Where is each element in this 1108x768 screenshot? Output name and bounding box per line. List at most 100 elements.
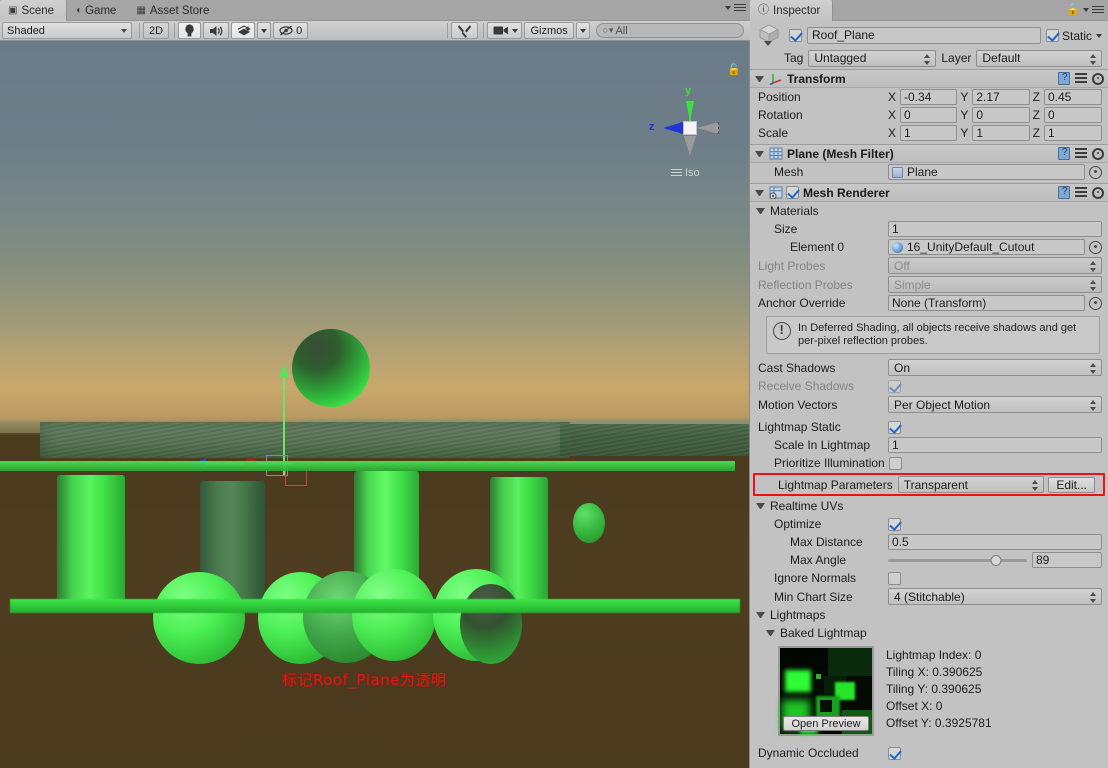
position-z-input[interactable]: 0.45 xyxy=(1044,89,1102,105)
materials-foldout[interactable]: Materials xyxy=(750,202,1108,220)
component-header-transform[interactable]: Transform xyxy=(750,69,1108,88)
lightmap-static-checkbox[interactable] xyxy=(888,420,901,434)
roof-plane-slab[interactable] xyxy=(40,422,570,458)
materials-size-input[interactable]: 1 xyxy=(888,221,1102,237)
mesh-picker-button[interactable] xyxy=(1089,165,1102,179)
scale-in-lightmap-input[interactable]: 1 xyxy=(888,437,1102,453)
scene-lock-icon[interactable]: 🔓 xyxy=(727,63,741,76)
lightmaps-foldout[interactable]: Lightmaps xyxy=(750,606,1108,624)
rotation-y-input[interactable]: 0 xyxy=(972,107,1030,123)
prioritize-illumination-checkbox[interactable] xyxy=(888,456,902,470)
dynamic-occluded-checkbox[interactable] xyxy=(888,746,901,760)
static-checkbox[interactable] xyxy=(1045,29,1059,42)
tab-asset-store-label: Asset Store xyxy=(149,4,210,17)
layer-dropdown[interactable]: Default xyxy=(976,49,1102,67)
baked-lightmap-foldout[interactable]: Baked Lightmap xyxy=(750,624,1108,642)
scale-y-input[interactable]: 1 xyxy=(972,125,1030,141)
help-icon[interactable] xyxy=(1058,72,1070,85)
chevron-down-icon xyxy=(261,28,268,33)
foldout-icon[interactable] xyxy=(755,75,764,82)
gameobject-enabled-checkbox[interactable] xyxy=(789,29,802,42)
foldout-icon[interactable] xyxy=(755,150,764,157)
help-icon[interactable] xyxy=(1058,186,1070,199)
scene-tab-options[interactable] xyxy=(725,3,746,12)
optimize-checkbox[interactable] xyxy=(888,517,901,531)
lightmap-parameters-dropdown[interactable]: Transparent xyxy=(897,476,1045,493)
gizmos-dropdown[interactable] xyxy=(575,22,590,39)
scene-camera-button[interactable] xyxy=(487,22,523,39)
gear-icon[interactable] xyxy=(1092,72,1104,85)
scene-viewport[interactable]: y z Iso 🔓 标记Roof_Plane为透明 xyxy=(0,41,750,768)
position-x-input[interactable]: -0.34 xyxy=(900,89,958,105)
material-picker-button[interactable] xyxy=(1089,240,1102,254)
anchor-picker-button[interactable] xyxy=(1089,296,1102,310)
scene-fx-toggle[interactable] xyxy=(231,22,256,39)
tab-scene[interactable]: ▣ Scene xyxy=(0,0,68,21)
cube-icon[interactable] xyxy=(756,23,784,49)
scene-fx-dropdown[interactable] xyxy=(257,22,272,39)
lightmap-preview-image[interactable]: Open Preview xyxy=(778,646,874,736)
slider-knob[interactable] xyxy=(990,554,1002,566)
static-toggle-group[interactable]: Static xyxy=(1045,29,1102,43)
max-angle-input[interactable]: 89 xyxy=(1032,552,1102,568)
preset-icon[interactable] xyxy=(1075,187,1087,198)
projection-toggle[interactable]: Iso xyxy=(671,167,700,179)
help-icon[interactable] xyxy=(1058,147,1070,160)
foldout-icon[interactable] xyxy=(756,612,765,618)
gear-icon[interactable] xyxy=(1092,186,1104,199)
max-angle-slider[interactable]: 89 xyxy=(888,552,1102,568)
scale-z-input[interactable]: 1 xyxy=(1044,125,1102,141)
position-y-input[interactable]: 2.17 xyxy=(972,89,1030,105)
component-header-mesh-filter[interactable]: Plane (Mesh Filter) xyxy=(750,144,1108,163)
preset-icon[interactable] xyxy=(1075,73,1087,84)
scene-audio-toggle[interactable] xyxy=(203,22,230,39)
mesh-object-field[interactable]: Plane xyxy=(888,164,1085,180)
materials-element0-field[interactable]: 16_UnityDefault_Cutout xyxy=(888,239,1085,255)
tab-inspector[interactable]: ⓘ Inspector xyxy=(750,0,834,21)
hidden-objects-toggle[interactable]: 0 xyxy=(273,22,309,39)
scene-axis-gizmo[interactable]: y z Iso xyxy=(639,79,739,189)
anchor-override-field[interactable]: None (Transform) xyxy=(888,295,1085,311)
lightmap-parameters-edit-button[interactable]: Edit... xyxy=(1048,476,1095,493)
foldout-icon[interactable] xyxy=(756,208,765,214)
tab-asset-store[interactable]: ▦ Asset Store xyxy=(128,0,221,21)
chevron-down-icon[interactable] xyxy=(764,40,772,46)
sky-gradient xyxy=(0,41,749,436)
foldout-icon[interactable] xyxy=(766,630,775,636)
preset-icon[interactable] xyxy=(1075,148,1087,159)
axis-y-label: Y xyxy=(960,126,969,140)
tab-game[interactable]: ◖ Game xyxy=(67,0,128,21)
motion-vectors-dropdown[interactable]: Per Object Motion xyxy=(888,396,1102,413)
gameobject-name-input[interactable]: Roof_Plane xyxy=(807,27,1041,44)
open-preview-button[interactable]: Open Preview xyxy=(783,716,869,731)
axis-y-cone[interactable] xyxy=(686,101,694,121)
mesh-renderer-enabled-checkbox[interactable] xyxy=(786,186,799,199)
gizmos-button[interactable]: Gizmos xyxy=(524,22,574,39)
realtime-uvs-foldout[interactable]: Realtime UVs xyxy=(750,497,1108,515)
ignore-normals-checkbox[interactable] xyxy=(888,571,901,585)
inspector-tab-options[interactable]: 🔒 xyxy=(1066,3,1104,16)
axis-x-cone[interactable] xyxy=(697,122,719,134)
static-dropdown-icon[interactable] xyxy=(1096,33,1102,38)
slider-track[interactable] xyxy=(888,554,1027,566)
scene-lighting-toggle[interactable] xyxy=(178,22,202,39)
tag-dropdown[interactable]: Untagged xyxy=(808,49,937,67)
gear-icon[interactable] xyxy=(1092,147,1104,160)
scene-search-input[interactable]: ○ ▾ All xyxy=(595,23,744,38)
component-header-mesh-renderer[interactable]: Mesh Renderer xyxy=(750,183,1108,202)
scale-x-input[interactable]: 1 xyxy=(900,125,958,141)
cast-shadows-dropdown[interactable]: On xyxy=(888,359,1102,376)
rotation-z-input[interactable]: 0 xyxy=(1044,107,1102,123)
min-chart-size-dropdown[interactable]: 4 (Stitchable) xyxy=(888,588,1102,605)
max-distance-input[interactable]: 0.5 xyxy=(888,534,1102,550)
scene-tools-button[interactable] xyxy=(451,22,479,39)
foldout-icon[interactable] xyxy=(755,189,764,196)
2d-toggle-button[interactable]: 2D xyxy=(143,22,170,39)
axis-z-cone[interactable] xyxy=(663,122,683,134)
axis-negy-cone[interactable] xyxy=(684,136,696,156)
draw-mode-dropdown[interactable]: Shaded xyxy=(2,22,132,39)
foldout-icon[interactable] xyxy=(756,503,765,509)
rotation-x-input[interactable]: 0 xyxy=(900,107,958,123)
axis-center-cube[interactable] xyxy=(683,121,697,135)
lock-icon[interactable]: 🔒 xyxy=(1066,3,1080,16)
